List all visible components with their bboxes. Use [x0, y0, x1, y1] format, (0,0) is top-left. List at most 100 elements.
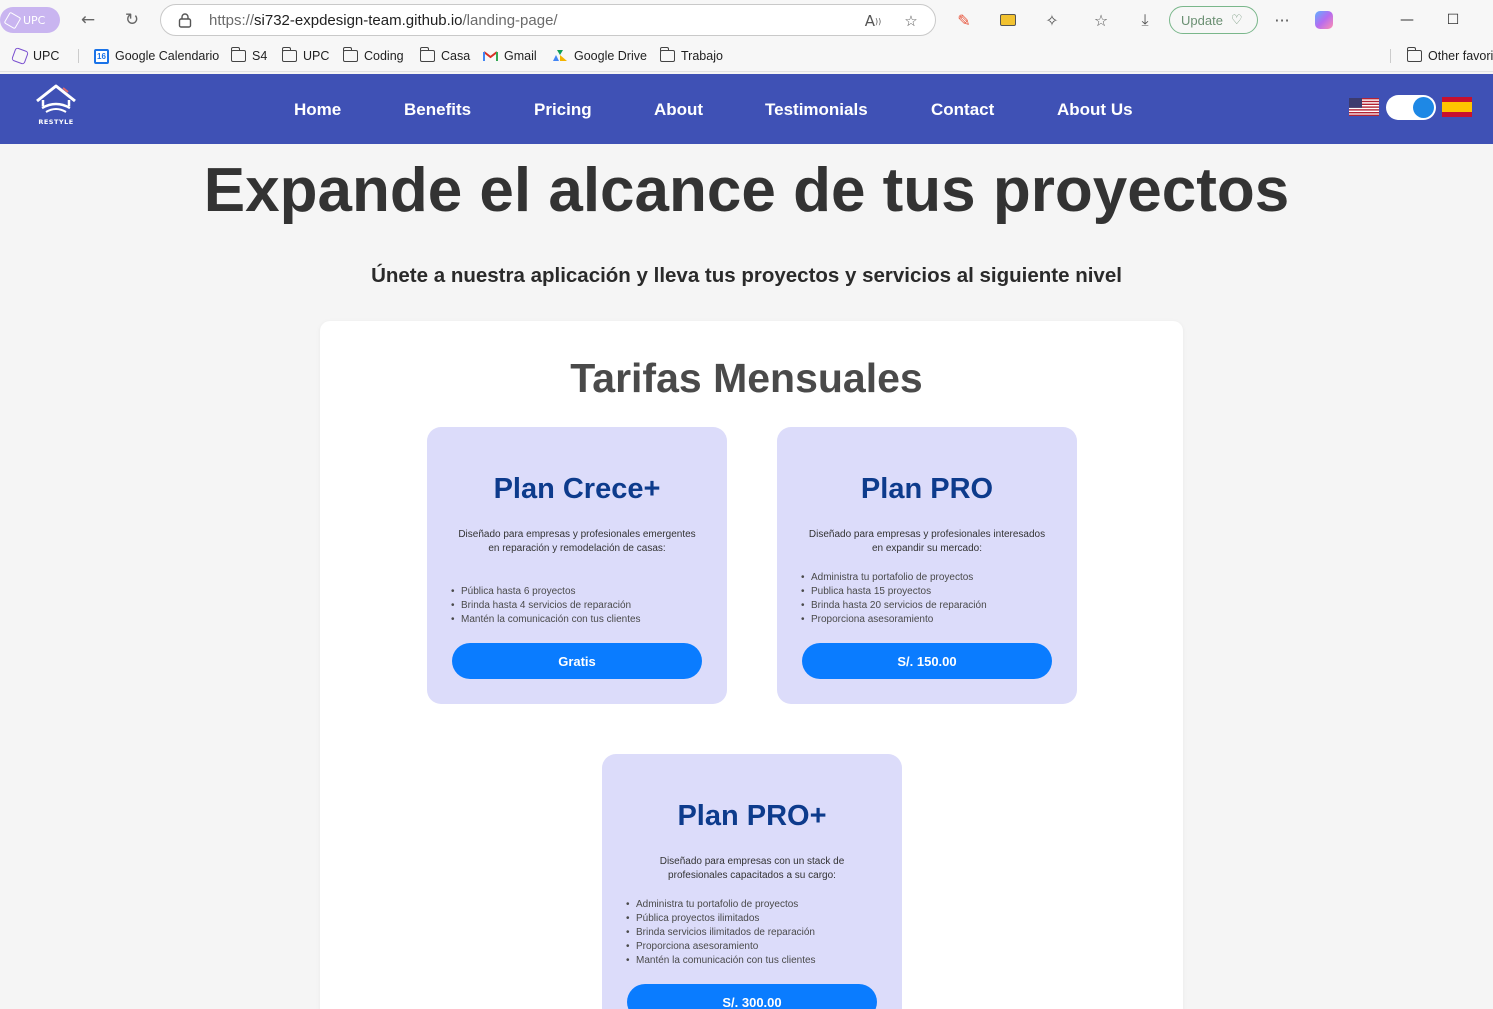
bookmark-casa[interactable]: Casa	[419, 47, 471, 65]
bookmark-upc-folder[interactable]: UPC	[281, 47, 330, 65]
plan-name: Plan PRO	[860, 473, 994, 505]
url-host: si732-expdesign-team.github.io	[254, 12, 463, 29]
gmail-icon	[483, 51, 498, 61]
bookmark-label: S4	[252, 49, 268, 63]
favorite-star-icon[interactable]: ☆	[901, 11, 921, 31]
plan-feature: Brinda servicios ilimitados de reparació…	[626, 926, 896, 940]
lock-icon	[178, 13, 192, 28]
bookmark-coding[interactable]: Coding	[342, 47, 404, 65]
url-path: /landing-page/	[462, 12, 558, 29]
bookmark-label: UPC	[303, 49, 330, 63]
nav-testimonials[interactable]: Testimonials	[765, 100, 868, 120]
us-flag-icon[interactable]	[1349, 98, 1379, 116]
bookmark-google-calendario[interactable]: 16 Google Calendario	[94, 47, 219, 65]
update-label: Update	[1181, 12, 1223, 28]
plan-price-button[interactable]: S/. 150.00	[802, 643, 1052, 679]
nav-contact[interactable]: Contact	[931, 100, 994, 120]
plan-description: Diseñado para empresas y profesionales i…	[808, 529, 1046, 554]
hero-subtitle: Únete a nuestra aplicación y lleva tus p…	[371, 264, 1122, 287]
bookmark-label: Casa	[441, 49, 471, 63]
nav-home[interactable]: Home	[294, 100, 341, 120]
more-options-icon[interactable]: ···	[1271, 9, 1293, 31]
refresh-icon: ↻	[124, 10, 140, 30]
downloads-icon[interactable]: ⤓	[1134, 9, 1156, 31]
logo-text: RESTYLE	[38, 118, 74, 126]
drive-icon	[553, 50, 567, 61]
bookmark-divider	[78, 49, 79, 63]
nav-benefits[interactable]: Benefits	[404, 100, 471, 120]
bookmark-label: Other favori	[1428, 49, 1493, 63]
bookmark-divider	[1390, 49, 1391, 63]
bookmarks-bar: UPC 16 Google Calendario S4 UPC Coding C…	[0, 40, 1493, 72]
plan-feature: Mantén la comunicación con tus clientes	[626, 954, 896, 968]
nav-pricing[interactable]: Pricing	[534, 100, 592, 120]
folder-icon	[419, 47, 435, 62]
plan-feature: Publica hasta 15 proyectos	[801, 585, 1071, 599]
plan-features: Administra tu portafolio de proyectos Pú…	[626, 898, 896, 968]
profile-label: UPC	[23, 13, 46, 27]
plan-feature: Administra tu portafolio de proyectos	[801, 571, 1071, 585]
bookmark-label: UPC	[33, 49, 60, 63]
bookmark-label: Google Calendario	[115, 49, 220, 63]
bookmark-label: Coding	[364, 49, 404, 63]
plan-feature: Brinda hasta 4 servicios de reparación	[451, 599, 721, 613]
plan-name: Plan Crece+	[493, 473, 661, 505]
upc-profile-icon	[3, 11, 22, 29]
plan-name: Plan PRO+	[677, 800, 827, 832]
bookmark-trabajo[interactable]: Trabajo	[659, 47, 723, 65]
plan-price-button[interactable]: Gratis	[452, 643, 702, 679]
url-prefix: https://	[209, 12, 255, 29]
spain-flag-icon[interactable]	[1442, 97, 1472, 117]
plan-feature: Pública proyectos ilimitados	[626, 912, 896, 926]
bookmark-upc[interactable]: UPC	[11, 47, 60, 65]
plan-price-button[interactable]: S/. 300.00	[627, 984, 877, 1009]
bookmark-google-drive[interactable]: Google Drive	[552, 47, 647, 65]
plan-card-pro: Plan PRO Diseñado para empresas y profes…	[777, 427, 1077, 704]
plan-feature: Mantén la comunicación con tus clientes	[451, 613, 721, 627]
plan-feature: Brinda hasta 20 servicios de reparación	[801, 599, 1071, 613]
folder-icon	[281, 47, 297, 62]
plan-card-crece: Plan Crece+ Diseñado para empresas y pro…	[427, 427, 727, 704]
puzzle-icon[interactable]: ✧	[1041, 9, 1063, 31]
bookmark-label: Gmail	[504, 49, 537, 63]
heart-icon: ♡	[1230, 12, 1243, 27]
language-toggle[interactable]	[1386, 95, 1436, 120]
profile-button[interactable]: UPC	[0, 7, 60, 33]
address-bar[interactable]: https://si732-expdesign-team.github.io/l…	[160, 4, 936, 36]
minimize-icon[interactable]: —	[1396, 9, 1418, 31]
read-aloud-icon[interactable]: A))	[863, 11, 883, 31]
arrow-left-icon: ←	[80, 10, 96, 30]
hero-title: Expande el alcance de tus proyectos	[203, 156, 1290, 225]
site-navbar: RESTYLE Home Benefits Pricing About Test…	[0, 74, 1493, 144]
extension-icon[interactable]	[997, 9, 1019, 31]
url-text[interactable]: https://si732-expdesign-team.github.io/l…	[209, 12, 558, 29]
folder-icon	[1406, 47, 1422, 62]
browser-toolbar: UPC ← ↻ https://si732-expdesign-team.git…	[0, 0, 1493, 40]
folder-icon	[659, 47, 675, 62]
upc-icon	[11, 47, 29, 65]
pen-extension-icon[interactable]: ✎	[953, 9, 975, 31]
bookmark-gmail[interactable]: Gmail	[483, 47, 537, 65]
calendar-icon: 16	[94, 48, 109, 64]
toggle-knob	[1413, 97, 1434, 118]
plan-feature: Proporciona asesoramiento	[801, 613, 1071, 627]
plan-feature: Pública hasta 6 proyectos	[451, 585, 721, 599]
pricing-title: Tarifas Mensuales	[570, 355, 923, 401]
bookmark-s4[interactable]: S4	[230, 47, 268, 65]
nav-about[interactable]: About	[654, 100, 703, 120]
plan-feature: Administra tu portafolio de proyectos	[626, 898, 896, 912]
plan-description: Diseñado para empresas y profesionales e…	[458, 529, 696, 554]
favorites-icon[interactable]: ☆	[1090, 9, 1112, 31]
refresh-button[interactable]: ↻	[120, 8, 144, 32]
nav-about-us[interactable]: About Us	[1057, 100, 1133, 120]
house-logo-icon	[36, 84, 76, 113]
bookmark-other-favorites[interactable]: Other favori	[1406, 47, 1493, 65]
restyle-logo[interactable]: RESTYLE	[33, 82, 79, 130]
plan-card-pro-plus: Plan PRO+ Diseñado para empresas con un …	[602, 754, 902, 1009]
update-button[interactable]: Update ♡	[1169, 6, 1258, 34]
maximize-icon[interactable]: ☐	[1442, 9, 1464, 31]
copilot-icon[interactable]	[1313, 9, 1335, 31]
back-button[interactable]: ←	[76, 8, 100, 32]
bookmark-label: Google Drive	[574, 49, 647, 63]
plan-features: Pública hasta 6 proyectos Brinda hasta 4…	[451, 585, 721, 627]
